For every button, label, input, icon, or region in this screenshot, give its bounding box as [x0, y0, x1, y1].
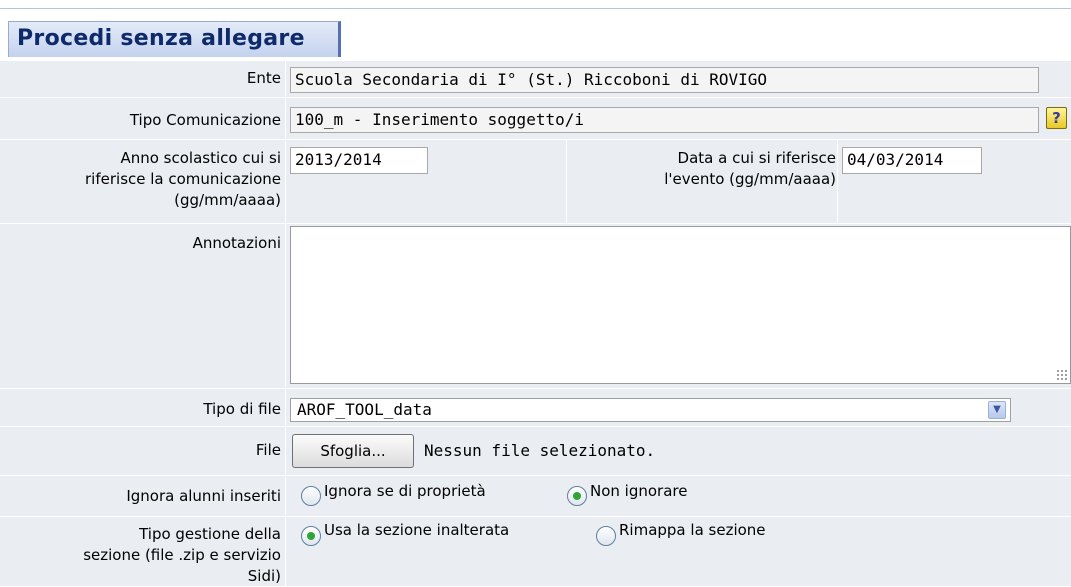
radio-non-ignorare-label: Non ignorare: [590, 482, 688, 500]
radio-rimappa-sezione-label: Rimappa la sezione: [619, 521, 766, 539]
anno-scolastico-field[interactable]: 2013/2014: [290, 147, 428, 174]
row-divider: [0, 426, 1071, 427]
radio-ignora-se-proprieta[interactable]: [301, 486, 321, 506]
radio-usa-sezione-inalterata[interactable]: [301, 526, 321, 546]
tipo-file-label: Tipo di file: [203, 400, 281, 418]
ente-label: Ente: [246, 69, 281, 87]
top-divider: [0, 8, 1071, 9]
form-panel: Ente Scuola Secondaria di I° (St.) Ricco…: [0, 61, 1071, 586]
annotazioni-textarea[interactable]: [290, 226, 1071, 384]
ignora-label: Ignora alunni inseriti: [126, 487, 281, 505]
help-icon[interactable]: ?: [1046, 107, 1067, 129]
tipo-file-selected: AROF_TOOL_data: [297, 400, 432, 419]
row-divider: [0, 97, 1071, 98]
annotazioni-label: Annotazioni: [192, 234, 281, 252]
page-title: Procedi senza allegare: [17, 26, 305, 51]
gestione-label: Tipo gestione della sezione (file .zip e…: [83, 525, 281, 585]
column-divider: [566, 139, 567, 223]
row-divider: [0, 139, 1071, 140]
radio-usa-sezione-inalterata-label: Usa la sezione inalterata: [324, 521, 510, 539]
row-divider: [0, 516, 1071, 517]
ente-field[interactable]: Scuola Secondaria di I° (St.) Riccoboni …: [290, 67, 1039, 93]
resize-grip-icon[interactable]: [1056, 369, 1068, 381]
row-divider: [0, 475, 1071, 476]
radio-ignora-se-proprieta-label: Ignora se di proprietà: [324, 482, 486, 500]
file-status: Nessun file selezionato.: [424, 441, 656, 460]
tipo-file-select[interactable]: AROF_TOOL_data ▼: [290, 398, 1011, 422]
data-evento-field[interactable]: 04/03/2014: [842, 147, 982, 174]
anno-scolastico-label: Anno scolastico cui si riferisce la comu…: [85, 149, 281, 209]
tipo-comunicazione-label: Tipo Comunicazione: [129, 111, 281, 129]
data-evento-label: Data a cui si riferisce l'evento (gg/mm/…: [664, 149, 836, 188]
tipo-comunicazione-field[interactable]: 100_m - Inserimento soggetto/i: [290, 107, 1039, 133]
chevron-down-icon[interactable]: ▼: [988, 401, 1006, 419]
browse-button[interactable]: Sfoglia...: [292, 434, 414, 468]
page-title-tab: Procedi senza allegare: [8, 21, 341, 57]
file-label: File: [255, 441, 281, 459]
column-divider: [285, 61, 286, 586]
radio-non-ignorare[interactable]: [567, 486, 587, 506]
row-divider: [0, 223, 1071, 224]
row-divider: [0, 388, 1071, 389]
column-divider: [837, 139, 838, 223]
radio-rimappa-sezione[interactable]: [596, 526, 616, 546]
